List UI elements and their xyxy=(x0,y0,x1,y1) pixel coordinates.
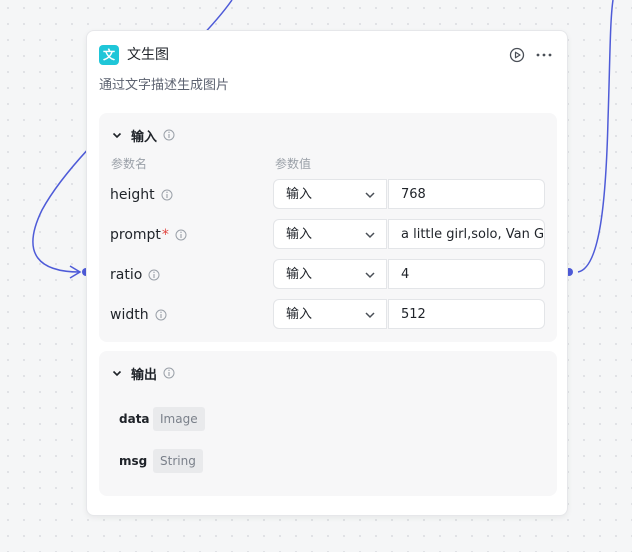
param-mode-select[interactable]: 输入 xyxy=(273,179,387,209)
chevron-down-icon xyxy=(365,272,375,279)
param-value-column-header: 参数值 xyxy=(275,157,312,171)
info-icon[interactable] xyxy=(175,229,187,241)
param-value-input[interactable] xyxy=(388,219,545,249)
node-description: 通过文字描述生成图片 xyxy=(99,78,230,93)
more-icon[interactable] xyxy=(535,47,553,63)
play-circle-icon[interactable] xyxy=(509,47,525,63)
text-to-image-node[interactable]: 文 文生图 通过文字描述生成图片 输入 参数名 参数值 height 输入 76… xyxy=(86,30,568,516)
input-section-header[interactable]: 输入 xyxy=(111,125,175,145)
output-type-badge: String xyxy=(153,449,203,473)
param-mode-value: 输入 xyxy=(286,267,313,282)
param-row-width: width 输入 xyxy=(99,299,557,331)
output-field-name: msg xyxy=(119,454,148,468)
param-name: height xyxy=(110,185,173,205)
param-value-input[interactable] xyxy=(388,299,545,329)
input-section-title: 输入 xyxy=(131,129,158,145)
chevron-down-icon[interactable] xyxy=(111,367,123,379)
required-mark: * xyxy=(161,227,169,243)
input-section: 输入 参数名 参数值 height 输入 768 prompt * 输入 a l… xyxy=(99,113,557,342)
param-row-ratio: ratio 输入 xyxy=(99,259,557,291)
param-row-height: height 输入 xyxy=(99,179,557,211)
node-title: 文生图 xyxy=(127,47,169,63)
param-name-label: ratio xyxy=(110,267,143,283)
param-mode-value: 输入 xyxy=(286,307,313,322)
info-icon[interactable] xyxy=(155,309,167,321)
output-section-header[interactable]: 输出 xyxy=(111,363,175,383)
param-mode-value: 输入 xyxy=(286,227,313,242)
node-type-icon: 文 xyxy=(99,45,119,65)
param-name-label: width xyxy=(110,307,149,323)
param-name: prompt * xyxy=(110,225,187,245)
output-section-title: 输出 xyxy=(131,367,158,383)
param-name: width xyxy=(110,305,167,325)
output-type-badge: Image xyxy=(153,407,205,431)
param-mode-select[interactable]: 输入 xyxy=(273,219,387,249)
param-row-prompt: prompt * 输入 xyxy=(99,219,557,251)
output-field-name: data xyxy=(119,412,150,426)
param-name-column-header: 参数名 xyxy=(111,157,148,171)
param-mode-value: 输入 xyxy=(286,187,313,202)
param-name: ratio xyxy=(110,265,160,285)
chevron-down-icon xyxy=(365,232,375,239)
info-icon[interactable] xyxy=(163,129,175,141)
param-mode-select[interactable]: 输入 xyxy=(273,299,387,329)
param-value-input[interactable] xyxy=(388,179,545,209)
param-name-label: height xyxy=(110,187,155,203)
outgoing-edge xyxy=(577,0,614,273)
chevron-down-icon[interactable] xyxy=(111,129,123,141)
param-name-label: prompt xyxy=(110,227,161,243)
output-field-data: data Image xyxy=(119,407,205,431)
param-value-input[interactable] xyxy=(388,259,545,289)
info-icon[interactable] xyxy=(163,367,175,379)
chevron-down-icon xyxy=(365,312,375,319)
output-field-msg: msg String xyxy=(119,449,203,473)
param-mode-select[interactable]: 输入 xyxy=(273,259,387,289)
chevron-down-icon xyxy=(365,192,375,199)
info-icon[interactable] xyxy=(148,269,160,281)
output-section: 输出 data Image msg String xyxy=(99,351,557,496)
info-icon[interactable] xyxy=(161,189,173,201)
